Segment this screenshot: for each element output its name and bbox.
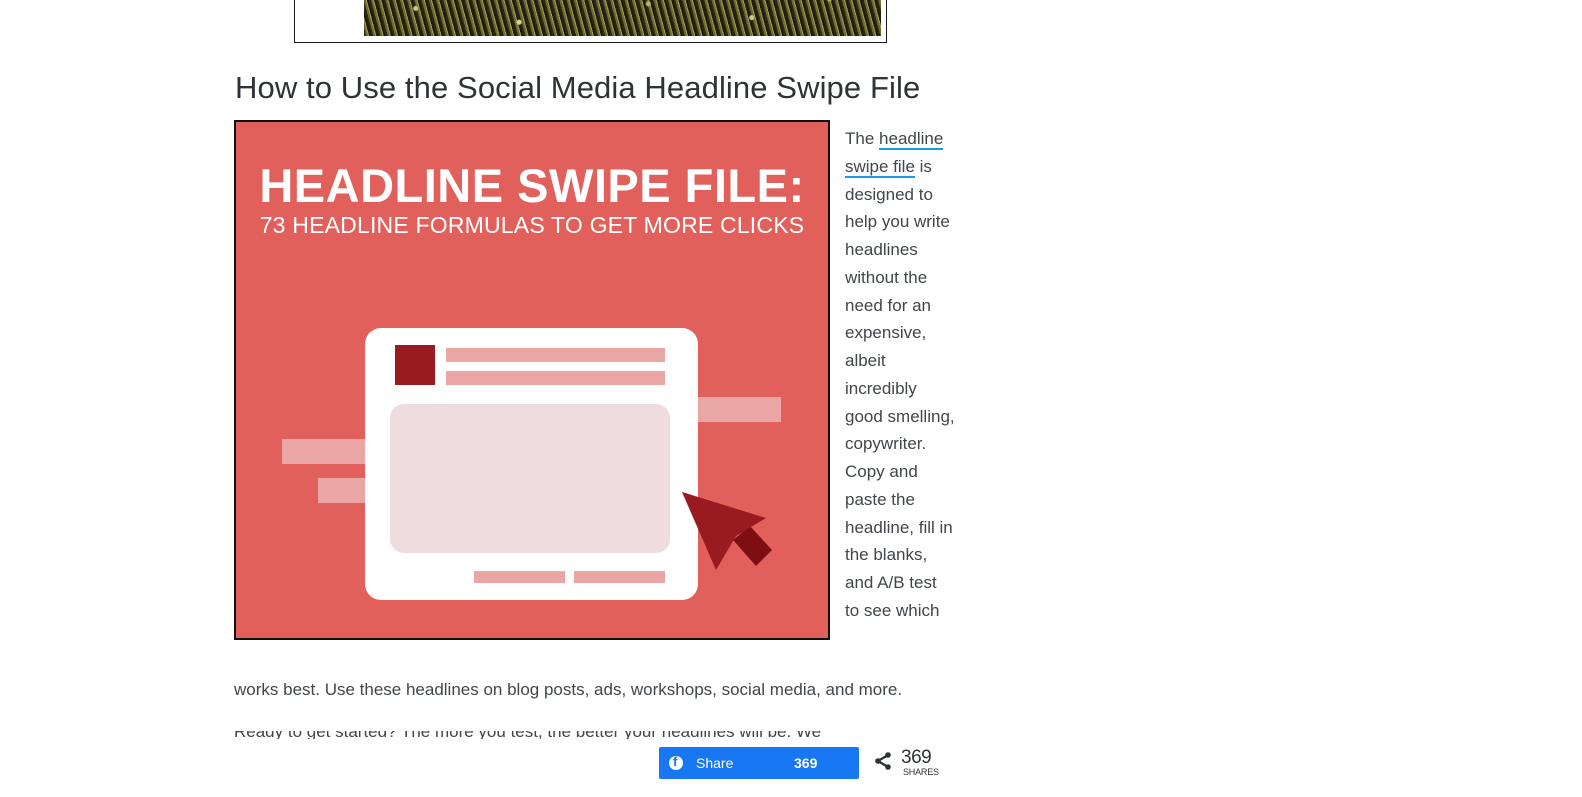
decorative-bar [691, 397, 781, 422]
headline-swipe-file-illustration[interactable]: HEADLINE SWIPE FILE: 73 HEADLINE FORMULA… [234, 120, 830, 640]
content-area [390, 404, 670, 553]
previous-image-frame [294, 0, 887, 43]
thumbnail-square [395, 345, 435, 385]
paragraph-prefix: The [845, 129, 880, 148]
total-shares: 369 SHARES [874, 747, 944, 780]
cursor-arrow-icon [682, 492, 772, 570]
button-line [474, 571, 565, 583]
decorative-bar [282, 439, 372, 464]
facebook-share-label: Share [696, 755, 734, 771]
total-share-label: SHARES [903, 767, 939, 777]
button-line [574, 571, 665, 583]
browser-window-graphic [365, 328, 698, 600]
facebook-share-count: 369 [794, 755, 818, 771]
facebook-share-button[interactable]: Share 369 [659, 747, 859, 779]
text-line [446, 371, 665, 385]
illustration-subtitle: 73 HEADLINE FORMULAS TO GET MORE CLICKS [259, 212, 805, 238]
paragraph-side-text: The headline swipe file is designed to h… [845, 125, 955, 625]
total-share-count: 369 [901, 747, 932, 768]
illustration-title: HEADLINE SWIPE FILE: [259, 159, 805, 212]
grass-photo [364, 0, 881, 36]
share-icon[interactable] [874, 752, 892, 770]
section-heading: How to Use the Social Media Headline Swi… [235, 70, 921, 105]
facebook-icon [669, 754, 683, 770]
paragraph-body: is designed to help you write headlines … [845, 156, 955, 620]
next-paragraph-partial: Ready to get started? The more you test,… [234, 731, 934, 739]
text-line [446, 348, 665, 362]
paragraph-tail: works best. Use these headlines on blog … [234, 680, 903, 699]
